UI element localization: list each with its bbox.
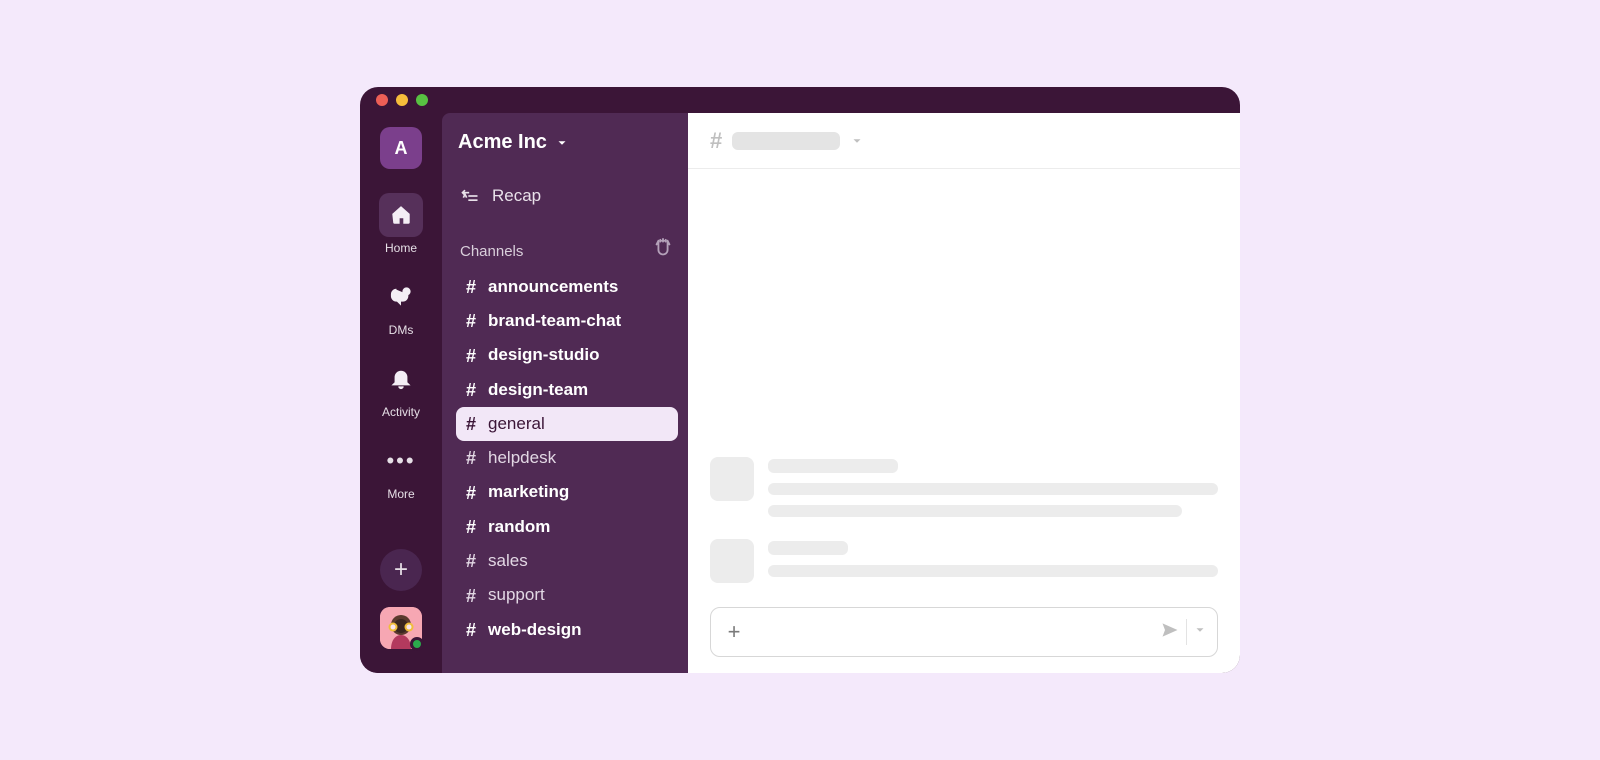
channel-item-brand-team-chat[interactable]: # brand-team-chat [456,304,678,338]
message-item [710,457,1218,517]
channel-item-support[interactable]: # support [456,579,678,613]
channel-item-general[interactable]: # general [456,407,678,441]
workspace-name: Acme Inc [458,131,547,154]
message-name-placeholder [768,541,848,555]
rail-item-more[interactable]: ••• More [360,433,442,507]
rail-item-dms[interactable]: DMs [360,269,442,343]
hash-icon: # [466,275,476,299]
hash-icon: # [466,378,476,402]
recap-item[interactable]: Recap [456,180,678,212]
window-zoom-button[interactable] [416,94,428,106]
composer-attach-button[interactable]: + [721,619,747,645]
message-list: + [688,169,1240,673]
channel-name: general [488,413,545,436]
channel-name-placeholder [732,132,840,150]
channel-name: design-studio [488,344,599,367]
channels-label: Channels [460,243,523,260]
rail-label-home: Home [385,241,417,255]
hash-icon: # [466,515,476,539]
bell-icon [379,357,423,401]
recap-label: Recap [492,186,541,206]
channel-name: announcements [488,276,618,299]
message-text-placeholder [768,505,1182,517]
message-composer[interactable]: + [710,607,1218,657]
channel-name: design-team [488,379,588,402]
channel-name: marketing [488,481,569,504]
create-button[interactable]: + [380,549,422,591]
hash-icon: # [710,128,722,154]
rail-item-activity[interactable]: Activity [360,351,442,425]
window-minimize-button[interactable] [396,94,408,106]
hash-icon: # [466,481,476,505]
user-avatar[interactable] [380,607,422,649]
drag-cursor-icon [652,238,674,264]
more-icon: ••• [379,439,423,483]
channel-name: random [488,516,550,539]
send-button[interactable] [1160,620,1180,645]
channel-list: # announcements # brand-team-chat # design-st… [456,270,678,647]
channel-name: sales [488,550,528,573]
message-text-placeholder [768,483,1218,495]
channel-name: support [488,584,545,607]
channel-name: brand-team-chat [488,310,621,333]
presence-indicator [410,637,424,651]
channels-section-header[interactable]: Channels [456,238,678,270]
hash-icon: # [466,549,476,573]
send-options-button[interactable] [1193,623,1207,642]
recap-icon [460,186,480,206]
channel-item-random[interactable]: # random [456,510,678,544]
hash-icon: # [466,344,476,368]
message-avatar-placeholder [710,539,754,583]
workspace-initial: A [395,138,408,159]
dms-icon [379,275,423,319]
app-window: A Home DMs Activity [360,87,1240,673]
hash-icon: # [466,412,476,436]
workspace-badge[interactable]: A [380,127,422,169]
hash-icon: # [466,618,476,642]
hash-icon: # [466,446,476,470]
rail-label-activity: Activity [382,405,420,419]
channel-name: web-design [488,619,582,642]
hash-icon: # [466,584,476,608]
channel-item-helpdesk[interactable]: # helpdesk [456,441,678,475]
navigation-rail: A Home DMs Activity [360,113,442,673]
titlebar [360,87,1240,113]
home-icon [379,193,423,237]
channel-item-web-design[interactable]: # web-design [456,613,678,647]
divider [1186,619,1187,645]
channel-name: helpdesk [488,447,556,470]
message-name-placeholder [768,459,898,473]
window-close-button[interactable] [376,94,388,106]
rail-label-more: More [387,487,414,501]
chevron-down-icon [850,134,864,148]
message-text-placeholder [768,565,1218,577]
conversation-pane: # [688,113,1240,673]
workspace-switcher[interactable]: Acme Inc [456,131,678,154]
app-body: A Home DMs Activity [360,113,1240,673]
message-item [710,539,1218,583]
channel-item-design-studio[interactable]: # design-studio [456,339,678,373]
chevron-down-icon [555,136,569,150]
channel-item-design-team[interactable]: # design-team [456,373,678,407]
hash-icon: # [466,309,476,333]
channel-item-sales[interactable]: # sales [456,544,678,578]
rail-item-home[interactable]: Home [360,187,442,261]
rail-label-dms: DMs [389,323,414,337]
channel-sidebar: Acme Inc Recap Channels # announcements # b… [442,113,688,673]
channel-item-marketing[interactable]: # marketing [456,476,678,510]
channel-header[interactable]: # [688,113,1240,169]
channel-item-announcements[interactable]: # announcements [456,270,678,304]
message-avatar-placeholder [710,457,754,501]
